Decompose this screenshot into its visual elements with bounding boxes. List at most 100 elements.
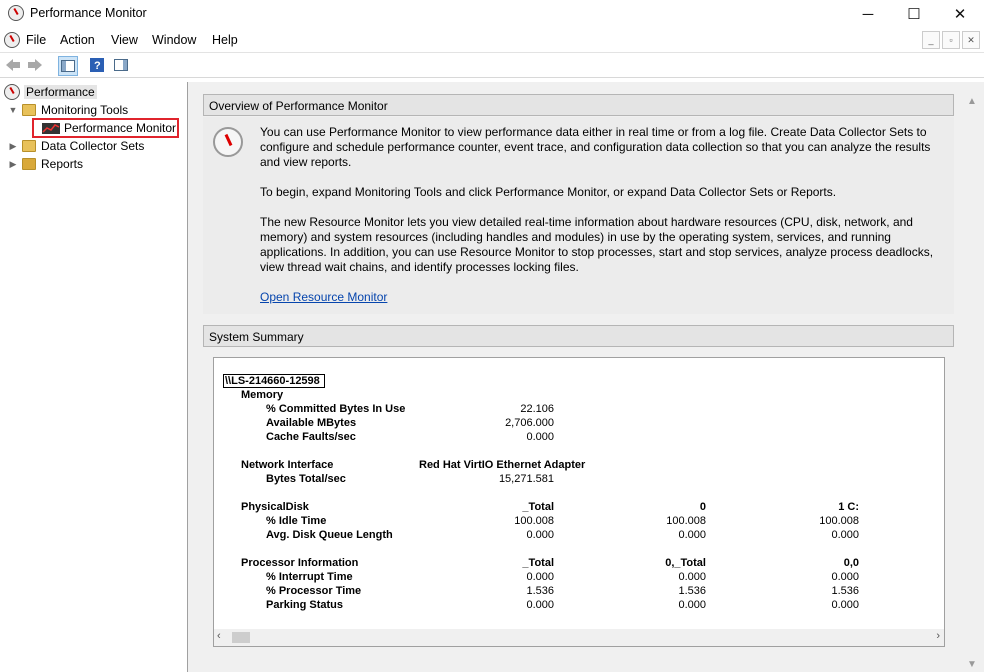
cache-faults-value: 0.000 [526, 431, 554, 443]
disk-col-0: 0 [699, 501, 706, 513]
mdi-minimize-icon[interactable]: _ [922, 31, 940, 49]
processor-col-0-0: 0,0 [843, 557, 859, 569]
system-summary-header: System Summary [203, 325, 954, 347]
idle-time-total: 100.008 [514, 515, 554, 527]
disk-queue-label: Avg. Disk Queue Length [266, 529, 393, 541]
mdi-close-icon[interactable]: ✕ [962, 31, 980, 49]
network-section-title: Network Interface [241, 459, 334, 471]
folder-icon [22, 104, 36, 116]
parking-status-0-total: 0.000 [678, 599, 706, 611]
processor-section-title: Processor Information [241, 557, 359, 569]
idle-time-0: 100.008 [666, 515, 706, 527]
interrupt-time-total: 0.000 [526, 571, 554, 583]
scroll-down-icon[interactable]: ▼ [967, 659, 977, 670]
parking-status-0-0: 0.000 [831, 599, 859, 611]
toolbar: ? [0, 53, 984, 78]
title-bar: Performance Monitor ─ ☐ ✕ [0, 0, 984, 28]
scroll-thumb[interactable] [232, 632, 250, 643]
menu-window[interactable]: Window [152, 33, 196, 47]
tree-item-performance-monitor[interactable]: Performance Monitor [32, 118, 180, 138]
tree-label-performance: Performance [24, 85, 97, 99]
bytes-total-value: 15,271.581 [498, 473, 554, 485]
disk-col-total: _Total [522, 501, 554, 513]
maximize-button[interactable]: ☐ [891, 0, 937, 28]
disk-col-1c: 1 C: [838, 501, 859, 513]
performance-monitor-app-icon [8, 5, 24, 21]
memory-section-title: Memory [241, 389, 284, 401]
scroll-left-icon[interactable]: ‹ [217, 630, 221, 642]
horizontal-scrollbar[interactable]: ‹ › [214, 629, 944, 646]
processor-time-label: % Processor Time [266, 585, 362, 597]
network-adapter-name: Red Hat VirtIO Ethernet Adapter [419, 459, 586, 471]
console-tree: Performance ▼ Monitoring Tools Performan… [0, 82, 188, 672]
back-arrow-icon[interactable] [4, 56, 22, 74]
tree-item-performance[interactable]: Performance [4, 83, 97, 101]
vertical-scrollbar[interactable]: ▲ ▼ [963, 94, 980, 672]
menu-file[interactable]: File [26, 33, 46, 47]
mdi-window-controls: _ ▫ ✕ [922, 31, 980, 49]
open-resource-monitor-link[interactable]: Open Resource Monitor [260, 290, 387, 304]
bytes-total-label: Bytes Total/sec [266, 473, 346, 485]
tree-label-performance-monitor: Performance Monitor [64, 121, 177, 135]
chart-icon [42, 122, 60, 134]
overview-header: Overview of Performance Monitor [203, 94, 954, 116]
system-summary-panel: \\LS-214660-12598 Memory % Committed Byt… [213, 357, 945, 647]
results-pane: Overview of Performance Monitor You can … [192, 82, 984, 672]
show-hide-action-pane-icon[interactable] [112, 56, 130, 74]
interrupt-time-label: % Interrupt Time [266, 571, 353, 583]
committed-bytes-value: 22.106 [520, 403, 554, 415]
mdi-restore-icon[interactable]: ▫ [942, 31, 960, 49]
cache-faults-label: Cache Faults/sec [266, 431, 356, 443]
reports-icon [22, 158, 36, 170]
help-icon[interactable]: ? [88, 56, 106, 74]
forward-arrow-icon[interactable] [26, 56, 44, 74]
processor-time-total: 1.536 [526, 585, 554, 597]
idle-time-1c: 100.008 [819, 515, 859, 527]
collapsed-chevron-icon[interactable]: ▶ [8, 159, 18, 170]
data-collector-icon [22, 140, 36, 152]
processor-col-0-total: 0,_Total [665, 557, 706, 569]
collapsed-chevron-icon[interactable]: ▶ [8, 141, 18, 152]
disk-queue-0: 0.000 [678, 529, 706, 541]
system-menu-icon[interactable] [4, 32, 20, 48]
tree-item-monitoring-tools[interactable]: ▼ Monitoring Tools [8, 101, 129, 119]
committed-bytes-label: % Committed Bytes In Use [266, 403, 406, 415]
disk-queue-total: 0.000 [526, 529, 554, 541]
window-title: Performance Monitor [30, 6, 147, 20]
tree-item-data-collector-sets[interactable]: ▶ Data Collector Sets [8, 137, 145, 155]
expanded-chevron-icon[interactable]: ▼ [8, 105, 18, 115]
menu-help[interactable]: Help [212, 33, 238, 47]
available-mbytes-value: 2,706.000 [505, 417, 554, 429]
show-hide-console-tree-icon[interactable] [58, 56, 78, 76]
tree-label-reports: Reports [41, 157, 84, 171]
menu-view[interactable]: View [111, 33, 138, 47]
overview-panel: You can use Performance Monitor to view … [203, 117, 954, 314]
interrupt-time-0-total: 0.000 [678, 571, 706, 583]
tree-label-data-collector-sets: Data Collector Sets [41, 139, 145, 153]
machine-name: \\LS-214660-12598 [223, 374, 325, 388]
parking-status-label: Parking Status [266, 599, 344, 611]
close-button[interactable]: ✕ [937, 0, 983, 28]
tree-item-reports[interactable]: ▶ Reports [8, 155, 84, 173]
performance-gauge-icon [213, 127, 243, 157]
parking-status-total: 0.000 [526, 599, 554, 611]
svg-text:?: ? [94, 60, 101, 72]
scroll-up-icon[interactable]: ▲ [967, 96, 977, 107]
performance-icon [4, 84, 20, 100]
processor-time-0-total: 1.536 [678, 585, 706, 597]
available-mbytes-label: Available MBytes [266, 417, 357, 429]
menu-bar: File Action View Window Help _ ▫ ✕ [0, 28, 984, 53]
processor-time-0-0: 1.536 [831, 585, 859, 597]
processor-col-total: _Total [522, 557, 554, 569]
idle-time-label: % Idle Time [266, 515, 327, 527]
scroll-right-icon[interactable]: › [936, 630, 940, 642]
overview-paragraph-1: You can use Performance Monitor to view … [260, 125, 931, 169]
tree-label-monitoring-tools: Monitoring Tools [41, 103, 129, 117]
minimize-button[interactable]: ─ [845, 0, 891, 28]
disk-queue-1c: 0.000 [831, 529, 859, 541]
menu-action[interactable]: Action [60, 33, 95, 47]
overview-paragraph-3: The new Resource Monitor lets you view d… [260, 215, 934, 274]
interrupt-time-0-0: 0.000 [831, 571, 859, 583]
overview-paragraph-2: To begin, expand Monitoring Tools and cl… [260, 185, 837, 199]
disk-section-title: PhysicalDisk [241, 501, 309, 513]
